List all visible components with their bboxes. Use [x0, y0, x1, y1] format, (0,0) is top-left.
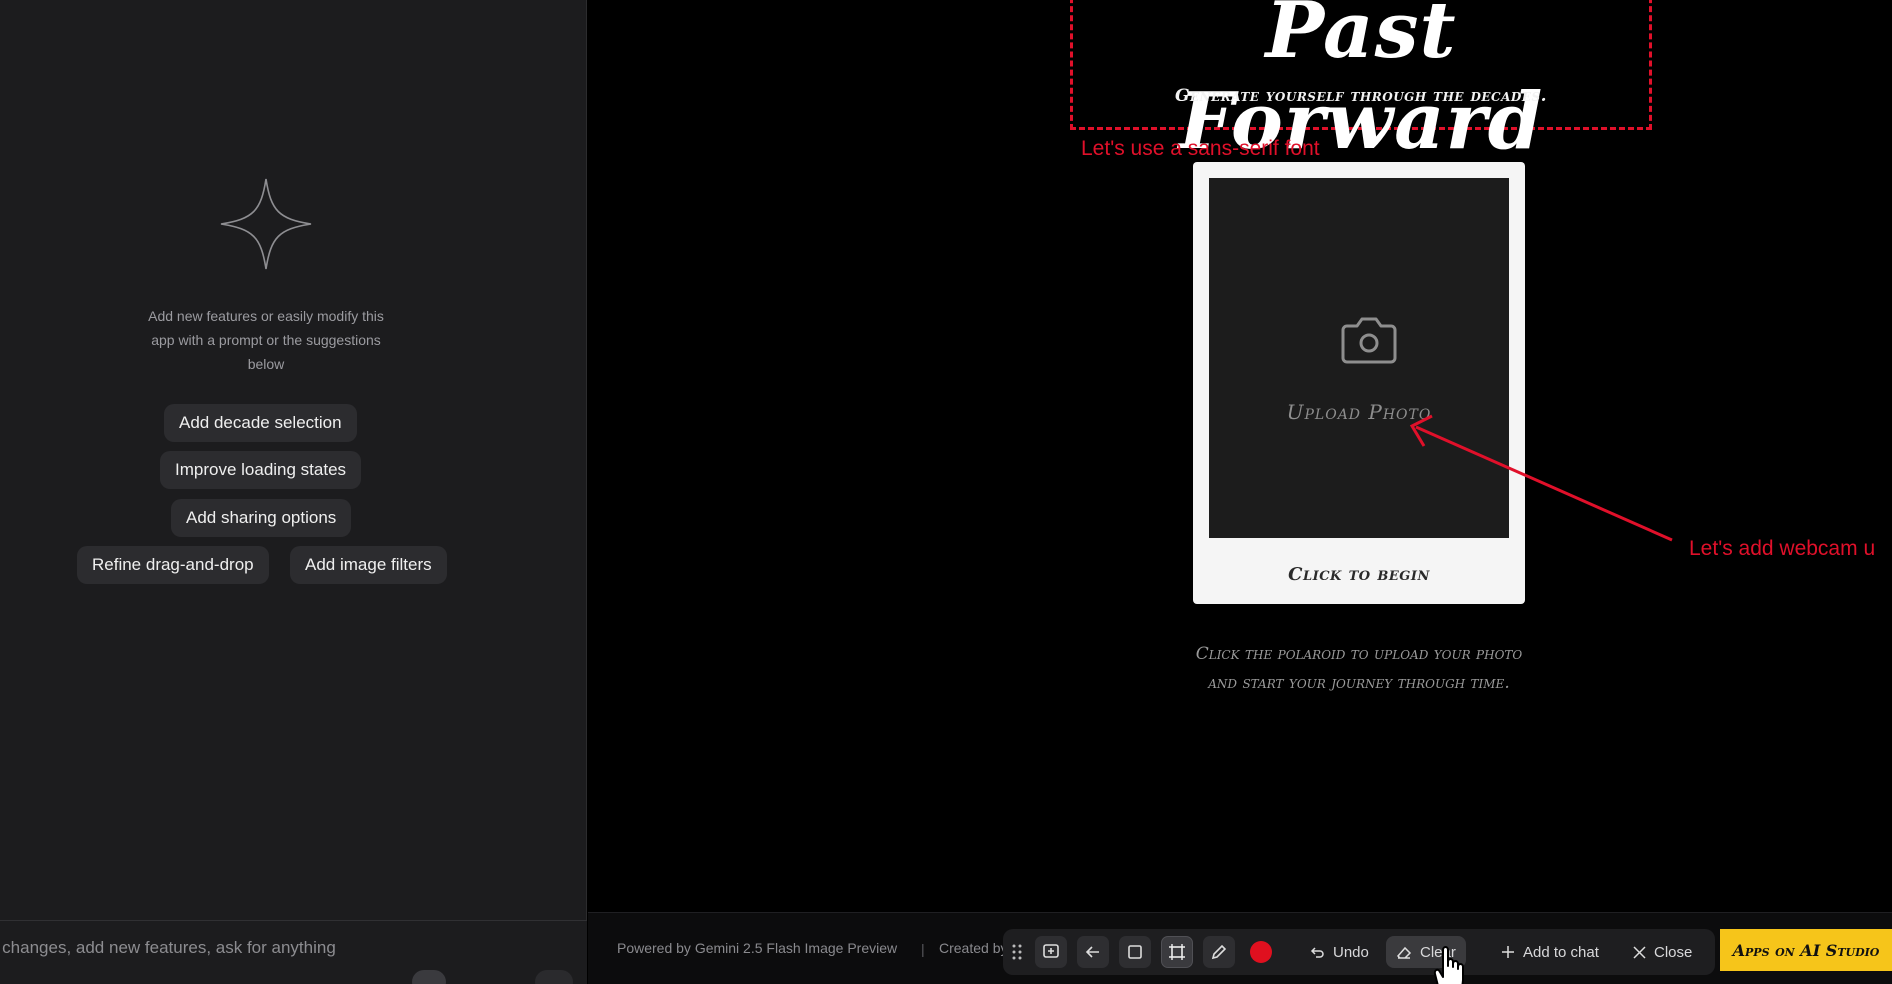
record-icon[interactable]	[1245, 936, 1277, 968]
drag-handle-icon[interactable]	[1007, 936, 1027, 968]
created-by-text: Created by	[939, 940, 1003, 956]
polaroid-photo-area[interactable]: Upload Photo	[1209, 178, 1509, 538]
annotation-font-note: Let's use a sans-serif font	[1081, 137, 1320, 160]
clear-label: Clear	[1420, 943, 1456, 961]
footer-separator: |	[921, 941, 925, 957]
suggestion-refine-drag-and-drop[interactable]: Refine drag-and-drop	[77, 546, 269, 584]
chat-intro-text: Add new features or easily modify this a…	[148, 308, 384, 372]
undo-button[interactable]: Undo	[1299, 936, 1379, 968]
send-button[interactable]	[535, 970, 573, 984]
eraser-icon	[1396, 946, 1412, 959]
suggestion-add-sharing-options[interactable]: Add sharing options	[171, 499, 352, 537]
rectangle-icon[interactable]	[1119, 936, 1151, 968]
add-comment-icon[interactable]	[1035, 936, 1067, 968]
close-label: Close	[1654, 943, 1693, 961]
polaroid-upload-card[interactable]: Upload Photo Click to begin	[1193, 162, 1525, 604]
annotation-toolbar: Undo Clear Add to chat Close	[1003, 929, 1715, 975]
clear-button[interactable]: Clear	[1386, 936, 1466, 968]
upload-photo-label: Upload Photo	[1286, 400, 1432, 424]
undo-icon	[1310, 947, 1324, 958]
back-arrow-icon[interactable]	[1077, 936, 1109, 968]
app-subtitle: Generate yourself through the decades.	[1174, 86, 1548, 106]
polaroid-caption: Click to begin	[1288, 564, 1430, 585]
select-frame-icon[interactable]	[1161, 936, 1193, 968]
suggestion-add-decade-selection[interactable]: Add decade selection	[164, 404, 357, 442]
sparkle-icon	[220, 178, 312, 270]
suggestion-add-image-filters[interactable]: Add image filters	[290, 546, 447, 584]
title-annotation-box: Past Forward Generate yourself through t…	[1070, 0, 1652, 167]
upload-instructions: Click the polaroid to upload your photo …	[1195, 644, 1523, 693]
add-to-chat-button[interactable]: Add to chat	[1491, 936, 1609, 968]
annotation-webcam-note: Let's add webcam u	[1689, 537, 1876, 560]
camera-icon	[1341, 317, 1397, 364]
close-toolbar-button[interactable]: Close	[1623, 936, 1702, 968]
plus-icon	[1502, 946, 1514, 958]
powered-by-text: Powered by Gemini 2.5 Flash Image Previe…	[617, 940, 898, 956]
chat-prompt-input[interactable]	[0, 933, 480, 963]
chat-input-bar	[0, 920, 587, 984]
chat-panel: Add new features or easily modify this a…	[0, 0, 587, 984]
pen-icon[interactable]	[1203, 936, 1235, 968]
chat-avatar-icon[interactable]	[412, 970, 446, 984]
undo-label: Undo	[1333, 943, 1369, 961]
apps-on-ai-studio-button[interactable]: Apps on AI Studio	[1720, 929, 1892, 971]
close-icon	[1633, 945, 1646, 959]
suggestion-improve-loading-states[interactable]: Improve loading states	[160, 451, 362, 489]
add-to-chat-label: Add to chat	[1523, 943, 1599, 961]
